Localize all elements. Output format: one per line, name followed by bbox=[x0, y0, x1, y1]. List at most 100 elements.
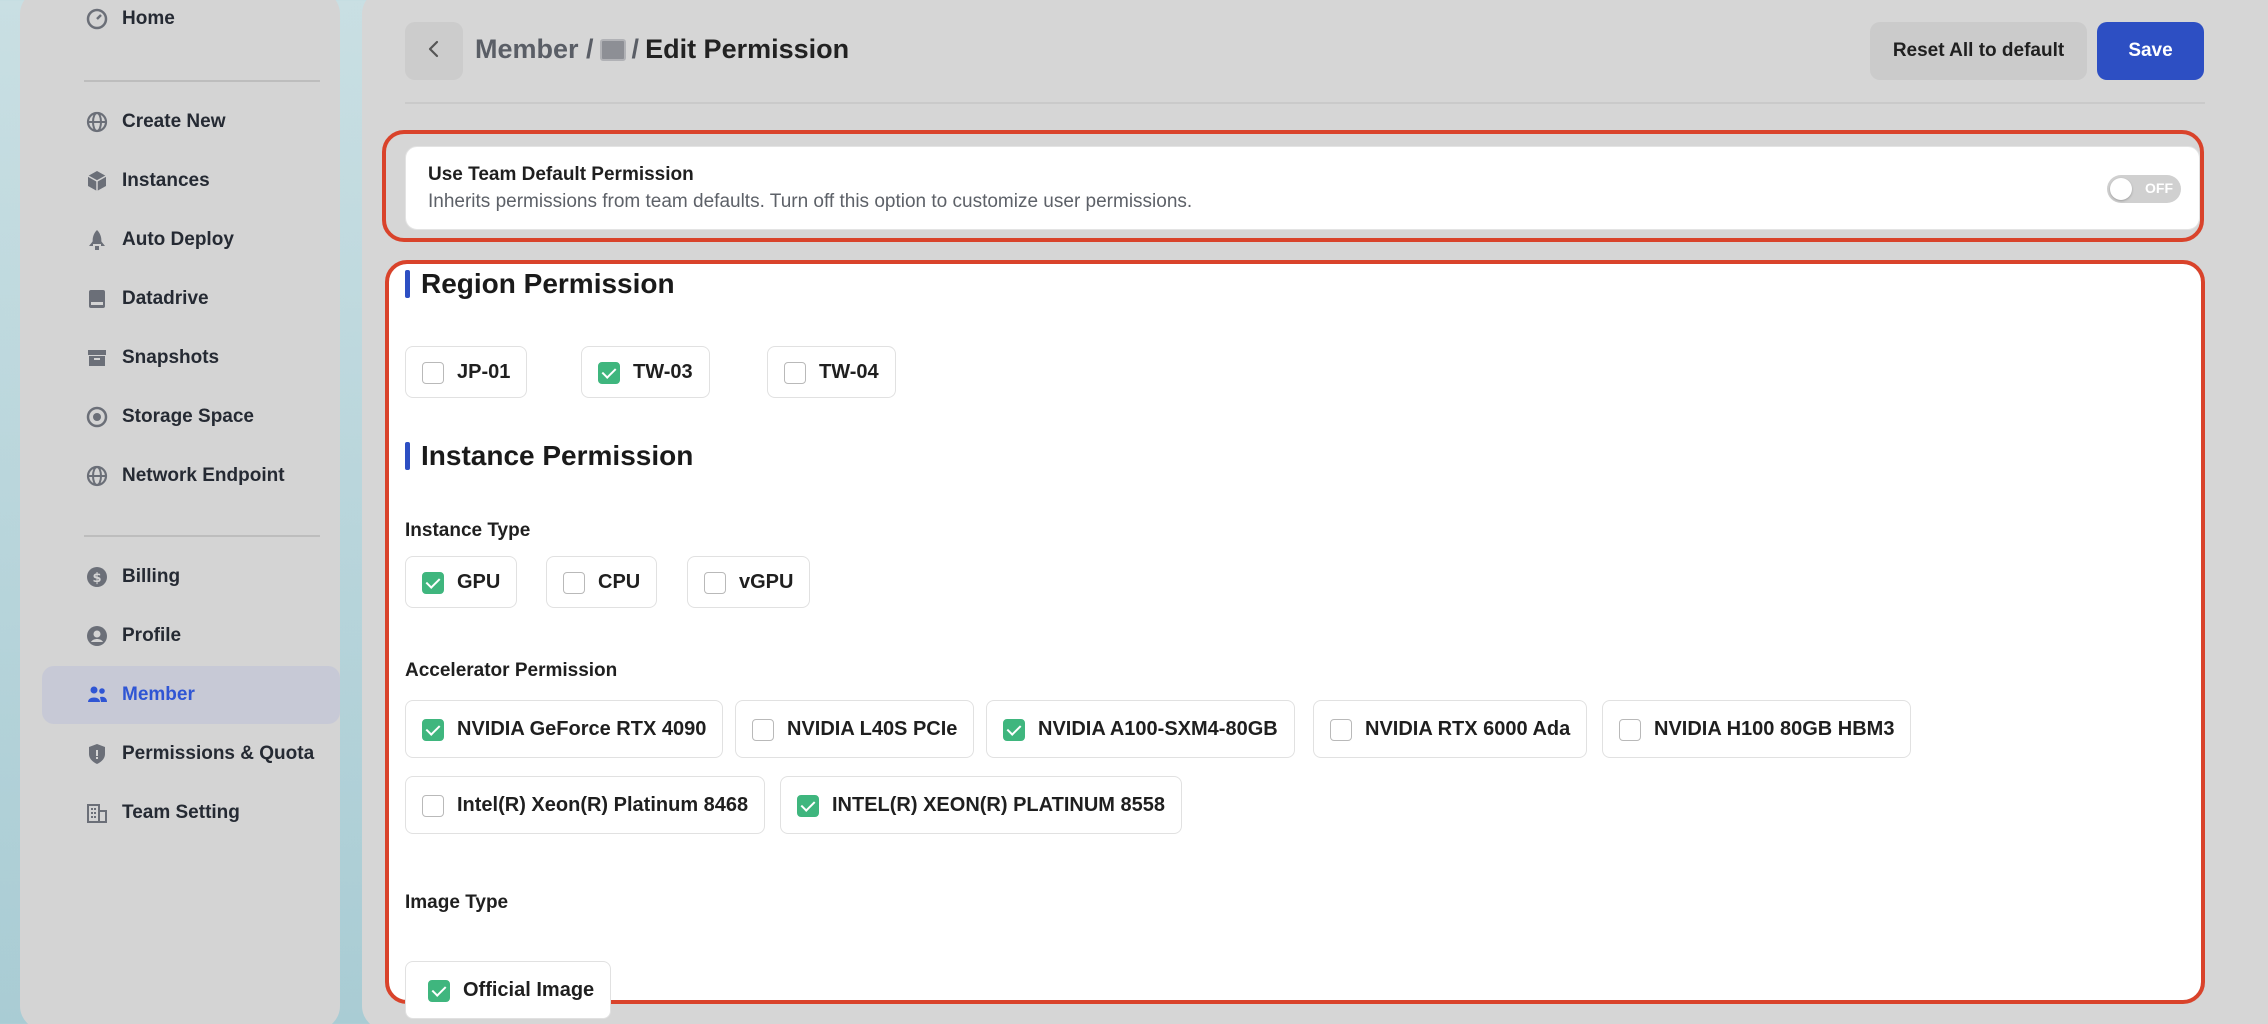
default-permission-description: Inherits permissions from team defaults.… bbox=[428, 191, 1193, 212]
accelerator-permission-label: Accelerator Permission bbox=[405, 660, 618, 681]
instance-type-checkbox-cpu[interactable]: CPU bbox=[546, 556, 658, 608]
users-icon bbox=[86, 684, 108, 706]
checkbox-label: NVIDIA H100 80GB HBM3 bbox=[1654, 717, 1895, 740]
checkbox bbox=[422, 362, 444, 384]
checkbox bbox=[422, 795, 444, 817]
checkbox-label: TW-04 bbox=[819, 360, 879, 383]
checkbox-label: TW-03 bbox=[633, 360, 693, 383]
page-title: Member / / Edit Permission bbox=[475, 34, 849, 65]
checkbox-label: NVIDIA GeForce RTX 4090 bbox=[457, 717, 707, 740]
reset-all-button[interactable]: Reset All to default bbox=[1870, 22, 2087, 80]
accelerator-checkbox-xeon-8468[interactable]: Intel(R) Xeon(R) Platinum 8468 bbox=[405, 776, 766, 834]
sidebar-divider bbox=[84, 535, 320, 537]
image-type-label: Image Type bbox=[405, 892, 509, 913]
checkbox bbox=[784, 362, 806, 384]
sidebar-item-datadrive[interactable]: Datadrive bbox=[42, 270, 340, 328]
checkbox-label: INTEL(R) XEON(R) PLATINUM 8558 bbox=[832, 793, 1165, 816]
checkbox-label: vGPU bbox=[739, 570, 794, 593]
checkbox-checked bbox=[797, 795, 819, 817]
gauge-icon bbox=[86, 8, 108, 30]
sidebar-item-label: Instances bbox=[122, 170, 210, 191]
sidebar-item-label: Profile bbox=[122, 625, 182, 646]
region-checkbox-tw-04[interactable]: TW-04 bbox=[767, 346, 896, 398]
sidebar-item-auto-deploy[interactable]: Auto Deploy bbox=[42, 211, 340, 269]
checkbox-label: CPU bbox=[598, 570, 641, 593]
default-permission-toggle[interactable]: OFF bbox=[2107, 175, 2181, 203]
sidebar-item-storage-space[interactable]: Storage Space bbox=[42, 388, 340, 446]
checkbox-label: JP-01 bbox=[457, 360, 511, 383]
breadcrumb-parent[interactable]: Member / bbox=[475, 34, 594, 65]
sidebar-item-label: Billing bbox=[122, 566, 181, 587]
region-checkbox-jp-01[interactable]: JP-01 bbox=[405, 346, 528, 398]
sidebar-item-billing[interactable]: $ Billing bbox=[42, 548, 340, 606]
checkbox bbox=[1619, 719, 1641, 741]
accelerator-checkbox-xeon-8558[interactable]: INTEL(R) XEON(R) PLATINUM 8558 bbox=[780, 776, 1182, 834]
accelerator-checkbox-rtx-6000[interactable]: NVIDIA RTX 6000 Ada bbox=[1313, 700, 1588, 758]
accelerator-checkbox-l40s[interactable]: NVIDIA L40S PCIe bbox=[735, 700, 975, 758]
save-button[interactable]: Save bbox=[2097, 22, 2204, 80]
checkbox bbox=[704, 572, 726, 594]
checkbox-checked bbox=[428, 980, 450, 1002]
building-icon bbox=[86, 802, 108, 824]
image-type-checkbox-official[interactable]: Official Image bbox=[405, 961, 612, 1019]
sidebar-item-label: Datadrive bbox=[122, 288, 209, 309]
toggle-knob bbox=[2110, 178, 2132, 200]
sidebar-item-create-new[interactable]: Create New bbox=[42, 93, 340, 151]
toggle-label: OFF bbox=[2145, 180, 2173, 196]
rocket-icon bbox=[86, 229, 108, 251]
sidebar-item-label: Team Setting bbox=[122, 802, 240, 823]
default-permission-title: Use Team Default Permission bbox=[428, 164, 694, 185]
sidebar-item-profile[interactable]: Profile bbox=[42, 607, 340, 665]
sidebar-item-team-setting[interactable]: Team Setting bbox=[42, 784, 340, 842]
user-flag-icon bbox=[599, 38, 626, 61]
checkbox bbox=[563, 572, 585, 594]
sidebar-item-snapshots[interactable]: Snapshots bbox=[42, 329, 340, 387]
checkbox-checked bbox=[598, 362, 620, 384]
user-icon bbox=[86, 625, 108, 647]
dollar-icon: $ bbox=[86, 566, 108, 588]
sidebar: Home Create New Instances Auto Deploy Da… bbox=[20, 0, 340, 1024]
sidebar-item-member[interactable]: Member bbox=[42, 666, 340, 724]
sidebar-item-permissions-quota[interactable]: Permissions & Quota bbox=[42, 725, 340, 783]
checkbox-label: NVIDIA RTX 6000 Ada bbox=[1365, 717, 1571, 740]
instance-type-checkbox-vgpu[interactable]: vGPU bbox=[687, 556, 811, 608]
sidebar-item-network-endpoint[interactable]: Network Endpoint bbox=[42, 447, 340, 505]
sidebar-item-label: Create New bbox=[122, 111, 226, 132]
sidebar-item-label: Auto Deploy bbox=[122, 229, 234, 250]
drive-icon bbox=[86, 288, 108, 310]
accelerator-checkbox-rtx-4090[interactable]: NVIDIA GeForce RTX 4090 bbox=[405, 700, 724, 758]
archive-icon bbox=[86, 347, 108, 369]
checkbox-label: Official Image bbox=[463, 978, 595, 1001]
back-button[interactable] bbox=[405, 22, 463, 80]
region-checkbox-tw-03[interactable]: TW-03 bbox=[581, 346, 710, 398]
sidebar-item-label: Home bbox=[122, 8, 175, 29]
sidebar-item-label: Storage Space bbox=[122, 406, 254, 427]
checkbox bbox=[752, 719, 774, 741]
region-permission-heading: Region Permission bbox=[405, 268, 675, 300]
breadcrumb-current: Edit Permission bbox=[645, 34, 850, 64]
chevron-left-icon bbox=[424, 39, 444, 64]
checkbox-checked bbox=[422, 719, 444, 741]
sidebar-item-label: Member bbox=[122, 684, 195, 705]
checkbox-label: Intel(R) Xeon(R) Platinum 8468 bbox=[457, 793, 749, 816]
globe-icon bbox=[86, 111, 108, 133]
storage-icon bbox=[86, 406, 108, 428]
shield-icon bbox=[86, 743, 108, 765]
instance-type-label: Instance Type bbox=[405, 520, 531, 541]
default-permission-card: Use Team Default Permission Inherits per… bbox=[405, 146, 2200, 230]
sidebar-item-home[interactable]: Home bbox=[42, 0, 340, 48]
instance-type-checkbox-gpu[interactable]: GPU bbox=[405, 556, 518, 608]
cube-icon bbox=[86, 170, 108, 192]
breadcrumb-separator: / bbox=[631, 34, 640, 64]
sidebar-item-label: Network Endpoint bbox=[122, 465, 285, 486]
checkbox-label: NVIDIA L40S PCIe bbox=[787, 717, 958, 740]
sidebar-item-label: Snapshots bbox=[122, 347, 220, 368]
accelerator-checkbox-h100[interactable]: NVIDIA H100 80GB HBM3 bbox=[1602, 700, 1912, 758]
network-icon bbox=[86, 465, 108, 487]
checkbox-label: NVIDIA A100-SXM4-80GB bbox=[1038, 717, 1278, 740]
accelerator-checkbox-a100[interactable]: NVIDIA A100-SXM4-80GB bbox=[986, 700, 1295, 758]
checkbox-checked bbox=[1003, 719, 1025, 741]
sidebar-item-instances[interactable]: Instances bbox=[42, 152, 340, 210]
checkbox bbox=[1330, 719, 1352, 741]
svg-text:$: $ bbox=[92, 571, 101, 586]
